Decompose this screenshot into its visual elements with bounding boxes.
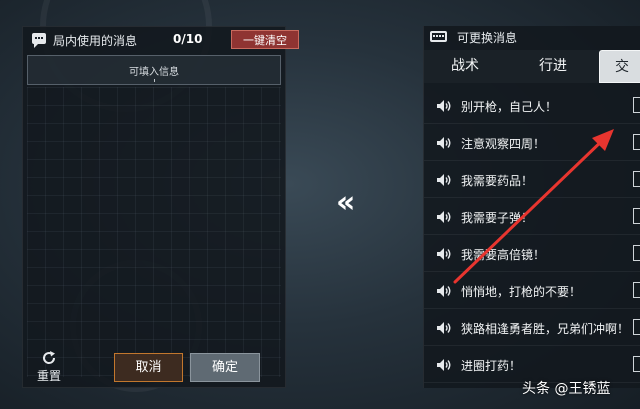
speaker-icon[interactable] (436, 99, 452, 113)
panel-header: 局内使用的消息 0/10 一键清空 (23, 27, 299, 53)
speaker-icon[interactable] (436, 321, 452, 335)
message-text: 我需要药品！ (461, 174, 534, 188)
category-tabs: 战术 行进 交 (424, 50, 640, 83)
empty-message-area (27, 87, 281, 377)
message-checkbox[interactable] (633, 171, 640, 187)
list-item[interactable]: 别开枪，自己人！ (424, 88, 640, 124)
in-game-messages-panel: 局内使用的消息 0/10 一键清空 可填入信息 (22, 26, 299, 388)
message-text: 我需要高倍镜！ (461, 248, 546, 262)
speaker-icon[interactable] (436, 284, 452, 298)
chat-icon (32, 33, 46, 48)
keyboard-icon (430, 31, 447, 42)
message-text: 注意观察四周！ (461, 137, 546, 151)
message-count: 0/10 (173, 32, 203, 46)
panel-title: 可更换消息 (457, 31, 518, 45)
message-checkbox[interactable] (633, 208, 640, 224)
panel-title: 局内使用的消息 (53, 34, 138, 48)
tab-movement[interactable]: 行进 (514, 50, 592, 83)
confirm-button[interactable]: 确定 (190, 353, 260, 382)
list-item[interactable]: 注意观察四周！ (424, 125, 640, 161)
message-list: 别开枪，自己人！ 注意观察四周！ 我需要药品！ 我需要子弹！ 我需要高倍镜！ 悄悄地，打枪… (424, 83, 640, 388)
replaceable-messages-panel: 可更换消息 战术 行进 交 别开枪，自己人！ 注意观察四周！ 我需要药品！ 我需要子弹… (423, 26, 640, 388)
list-item[interactable]: 悄悄地，打枪的不要！ (424, 273, 640, 309)
reset-label: 重置 (36, 369, 61, 383)
speaker-icon[interactable] (436, 358, 452, 372)
message-text: 我需要子弹！ (461, 211, 534, 225)
list-item[interactable]: 狭路相逢勇者胜，兄弟们冲啊！ (424, 310, 640, 346)
tab-communication[interactable]: 交 (599, 50, 640, 83)
speaker-icon[interactable] (436, 173, 452, 187)
list-item[interactable]: 我需要高倍镜！ (424, 236, 640, 272)
message-slot-placeholder: 可填入信息 (129, 67, 179, 78)
message-text: 别开枪，自己人！ (461, 100, 558, 114)
clear-all-button[interactable]: 一键清空 (231, 30, 299, 49)
double-chevron-left-icon[interactable]: « (336, 186, 355, 220)
slot-marker (154, 79, 155, 82)
tab-tactics[interactable]: 战术 (430, 50, 500, 83)
message-text: 悄悄地，打枪的不要！ (461, 285, 582, 299)
speaker-icon[interactable] (436, 210, 452, 224)
reset-button[interactable]: 重置 (30, 350, 68, 384)
watermark: 头条 @王锈蓝 (522, 381, 611, 397)
speaker-icon[interactable] (436, 247, 452, 261)
message-slot[interactable]: 可填入信息 (27, 55, 281, 85)
refresh-icon (43, 351, 56, 364)
message-text: 进圈打药！ (461, 359, 522, 373)
message-checkbox[interactable] (633, 319, 640, 335)
speaker-icon[interactable] (436, 136, 452, 150)
message-checkbox[interactable] (633, 282, 640, 298)
list-item[interactable]: 我需要子弹！ (424, 199, 640, 235)
cancel-button[interactable]: 取消 (114, 353, 183, 382)
message-checkbox[interactable] (633, 245, 640, 261)
message-checkbox[interactable] (633, 97, 640, 113)
message-checkbox[interactable] (633, 134, 640, 150)
message-checkbox[interactable] (633, 356, 640, 372)
message-text: 狭路相逢勇者胜，兄弟们冲啊！ (461, 322, 630, 336)
panel-header: 可更换消息 (424, 26, 640, 48)
list-item[interactable]: 我需要药品！ (424, 162, 640, 198)
